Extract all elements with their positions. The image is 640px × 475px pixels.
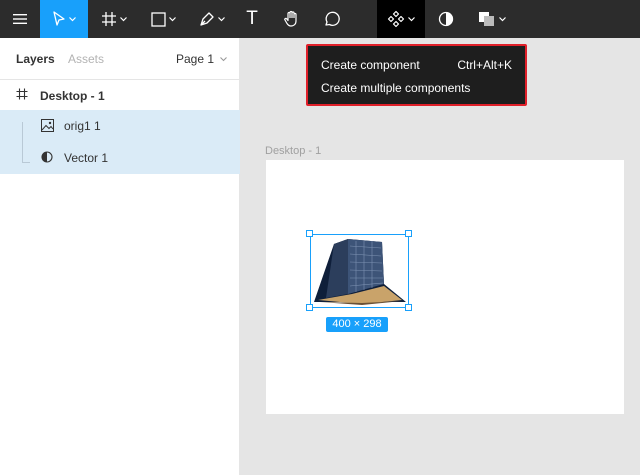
frame-tool-button[interactable]: [94, 0, 134, 38]
menu-item-label: Create component: [321, 58, 420, 72]
square-icon: [150, 11, 166, 27]
toolbar: T: [0, 0, 640, 38]
layer-row-vector1[interactable]: Vector 1: [0, 142, 240, 174]
mask-tool-button[interactable]: [430, 0, 462, 38]
pen-tool-button[interactable]: [192, 0, 232, 38]
main-menu-button[interactable]: [0, 0, 40, 38]
frame-icon: [16, 88, 28, 100]
pointer-icon: [53, 11, 65, 26]
menu-item-label: Create multiple components: [321, 81, 471, 95]
pen-icon: [200, 12, 214, 26]
layer-name: Desktop - 1: [40, 89, 105, 103]
layer-row-desktop[interactable]: Desktop - 1: [0, 80, 240, 112]
component-tool-button[interactable]: [377, 0, 425, 38]
comment-icon: [325, 11, 340, 26]
hand-icon: [284, 10, 297, 27]
image-icon: [41, 119, 54, 132]
chevron-down-icon: [499, 16, 506, 21]
shape-tool-button[interactable]: [142, 0, 184, 38]
chevron-down-icon: [168, 16, 176, 21]
resize-handle-se[interactable]: [405, 304, 412, 311]
chevron-down-icon: [408, 16, 415, 21]
component-dropdown-menu: Create component Ctrl+Alt+K Create multi…: [306, 44, 527, 106]
move-tool-button[interactable]: [40, 0, 88, 38]
size-badge: 400 × 298: [326, 317, 388, 332]
layer-name: orig1 1: [64, 119, 101, 133]
text-icon: T: [246, 8, 258, 29]
resize-handle-ne[interactable]: [405, 230, 412, 237]
chevron-down-icon: [218, 16, 225, 21]
layers-panel: Layers Assets Page 1 Desktop - 1 orig1 1…: [0, 38, 240, 475]
tab-assets[interactable]: Assets: [68, 52, 104, 66]
boolean-tool-button[interactable]: [472, 0, 512, 38]
menu-item-create-multiple-components[interactable]: Create multiple components: [308, 77, 525, 99]
text-tool-button[interactable]: T: [236, 0, 268, 38]
component-icon: [387, 10, 405, 28]
frame-label[interactable]: Desktop - 1: [265, 145, 321, 157]
comment-tool-button[interactable]: [316, 0, 348, 38]
menu-item-shortcut: Ctrl+Alt+K: [457, 58, 512, 72]
chevron-down-icon: [69, 16, 76, 21]
layer-name: Vector 1: [64, 151, 109, 165]
hash-icon: [102, 12, 116, 26]
hamburger-icon: [13, 14, 27, 24]
layer-row-orig1[interactable]: orig1 1: [0, 110, 240, 142]
mask-icon: [438, 11, 454, 27]
boolean-icon: [479, 12, 494, 26]
selection-box[interactable]: [310, 234, 409, 308]
menu-item-create-component[interactable]: Create component Ctrl+Alt+K: [308, 54, 525, 76]
panel-tabs: Layers Assets Page 1: [0, 38, 240, 80]
tab-layers[interactable]: Layers: [16, 52, 55, 66]
hand-tool-button[interactable]: [276, 0, 308, 38]
chevron-down-icon: [120, 16, 127, 21]
page-selector-label: Page 1: [176, 52, 215, 66]
resize-handle-nw[interactable]: [306, 230, 313, 237]
chevron-down-icon: [220, 56, 227, 61]
mask-icon: [41, 151, 53, 163]
resize-handle-sw[interactable]: [306, 304, 313, 311]
page-selector[interactable]: Page 1: [176, 52, 227, 66]
